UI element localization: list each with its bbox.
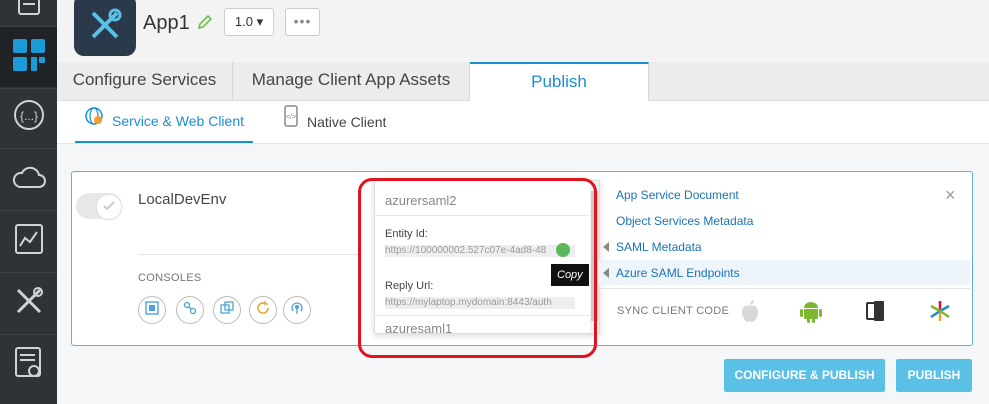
check-icon [103, 198, 115, 216]
duplicate-icon [220, 300, 234, 320]
version-value: 1.0 [234, 14, 253, 29]
tab-publish[interactable]: Publish [470, 62, 649, 102]
rail-item-apps[interactable] [0, 27, 57, 87]
document-icon [16, 0, 42, 23]
android-icon[interactable] [798, 298, 824, 324]
apps-grid-icon [12, 38, 45, 76]
rail-item-cloud[interactable] [0, 149, 57, 209]
tools-icon [14, 286, 44, 321]
main-tabs: Configure Services Manage Client App Ass… [57, 62, 989, 102]
refresh-icon [256, 300, 270, 320]
rail-item-tools[interactable] [0, 273, 57, 333]
divider [138, 254, 363, 255]
svg-text:{...}: {...} [19, 109, 37, 123]
left-nav-rail: {...} [0, 0, 57, 404]
report-icon [14, 346, 43, 384]
menu-item-label: Azure SAML Endpoints [616, 265, 740, 280]
publish-menu: App Service Document Object Services Met… [599, 180, 970, 290]
globe-user-icon [84, 100, 104, 142]
menu-item-app-service-document[interactable]: App Service Document [599, 182, 970, 207]
menu-item-label: SAML Metadata [616, 239, 702, 254]
consoles-label: CONSOLES [138, 272, 202, 284]
subtab-label: Native Client [307, 114, 387, 130]
admin-console-icon [145, 300, 159, 320]
console-button-refresh[interactable] [249, 296, 277, 324]
console-button-broadcast[interactable] [283, 296, 311, 324]
close-icon[interactable]: × [945, 185, 956, 206]
publish-button[interactable]: PUBLISH [896, 359, 972, 392]
arrow-left-icon [603, 267, 609, 278]
tab-manage-client-app-assets[interactable]: Manage Client App Assets [233, 62, 470, 100]
analytics-icon [14, 223, 43, 259]
console-button-logic[interactable] [176, 296, 204, 324]
subtab-label: Service & Web Client [111, 113, 244, 129]
apple-icon[interactable] [737, 298, 763, 324]
mobile-code-icon: </> [283, 101, 299, 143]
menu-item-object-services-metadata[interactable]: Object Services Metadata [599, 208, 970, 233]
subtab-service-web-client[interactable]: Service & Web Client [75, 101, 253, 143]
rail-item-reports[interactable] [0, 335, 57, 395]
console-button-copy[interactable] [213, 296, 241, 324]
cloud-icon [12, 165, 46, 194]
configure-publish-button[interactable]: CONFIGURE & PUBLISH [724, 359, 885, 392]
menu-item-saml-metadata[interactable]: SAML Metadata [599, 234, 970, 259]
menu-item-azure-saml-endpoints[interactable]: Azure SAML Endpoints [599, 260, 970, 285]
edit-pencil-icon[interactable] [197, 14, 213, 35]
divider [599, 288, 970, 289]
more-options-button[interactable]: ••• [285, 8, 320, 36]
svg-text:</>: </> [286, 114, 296, 121]
app-name: App1 [143, 12, 190, 34]
logic-icon [183, 301, 197, 320]
sync-client-code-label: SYNC CLIENT CODE [617, 305, 730, 317]
windows-phone-icon[interactable] [863, 298, 889, 324]
broadcast-icon [290, 301, 304, 320]
console-button-admin[interactable] [138, 296, 166, 324]
publish-subtabs: Service & Web Client </> Native Client [57, 101, 989, 144]
caret-down-icon: ▾ [256, 14, 264, 29]
app-icon [74, 0, 136, 56]
app-header: App1 1.0 ▾ ••• [57, 0, 989, 63]
environment-name: LocalDevEnv [138, 191, 227, 208]
version-dropdown[interactable]: 1.0 ▾ [224, 8, 274, 36]
menu-item-label: App Service Document [616, 187, 739, 202]
highlight-annotation [358, 178, 597, 358]
toggle-knob[interactable] [96, 194, 122, 220]
rail-item-api[interactable]: {...} [0, 88, 57, 148]
tab-configure-services[interactable]: Configure Services [57, 62, 233, 100]
subtab-native-client[interactable]: </> Native Client [283, 101, 386, 143]
arrow-left-icon [603, 241, 609, 252]
api-chat-icon: {...} [12, 99, 46, 138]
cordova-icon[interactable] [927, 298, 953, 324]
rail-item-analytics[interactable] [0, 211, 57, 271]
menu-item-label: Object Services Metadata [616, 213, 754, 228]
